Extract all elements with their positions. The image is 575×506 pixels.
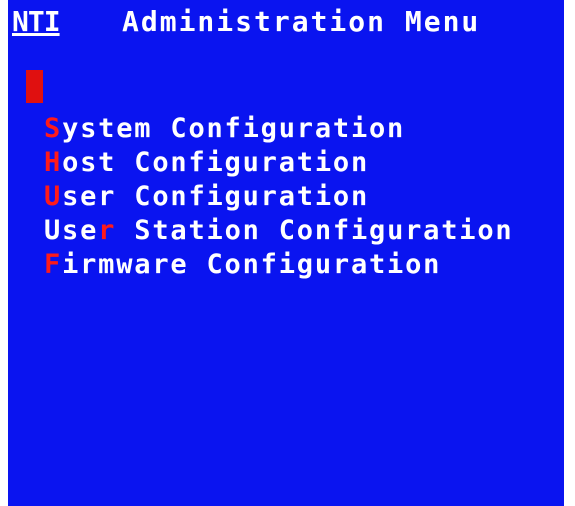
- admin-menu-list: System Configuration Host Configuration …: [44, 112, 513, 282]
- menu-item-label: ser Configuration: [62, 181, 370, 212]
- menu-item-label: ost Configuration: [62, 147, 370, 178]
- menu-item-host-configuration[interactable]: Host Configuration: [44, 146, 513, 180]
- menu-item-label: ystem Configuration: [62, 113, 406, 144]
- text-cursor: [26, 70, 43, 103]
- menu-item-hotkey: r: [98, 215, 117, 246]
- menu-item-label: irmware Configuration: [62, 249, 442, 280]
- menu-item-hotkey: F: [44, 249, 63, 280]
- menu-item-hotkey: S: [44, 113, 63, 144]
- menu-item-prefix: Use: [44, 215, 99, 246]
- menu-item-hotkey: H: [44, 147, 63, 178]
- page-title: Administration Menu: [122, 5, 481, 38]
- nti-logo: NTI: [12, 5, 61, 38]
- admin-menu-screen: NTI Administration Menu System Configura…: [8, 0, 564, 506]
- menu-item-user-configuration[interactable]: User Configuration: [44, 180, 513, 214]
- menu-item-hotkey: U: [44, 181, 63, 212]
- menu-item-firmware-configuration[interactable]: Firmware Configuration: [44, 248, 513, 282]
- menu-item-user-station-configuration[interactable]: User Station Configuration: [44, 214, 513, 248]
- menu-item-system-configuration[interactable]: System Configuration: [44, 112, 513, 146]
- menu-item-label: Station Configuration: [116, 215, 514, 246]
